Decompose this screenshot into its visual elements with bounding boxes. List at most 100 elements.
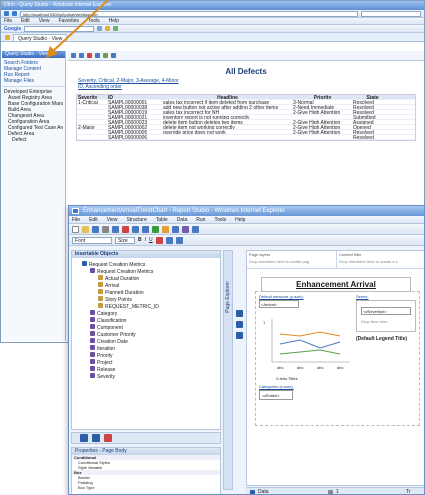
tree-item[interactable]: Creation Date [82,338,218,345]
toolbar-icon[interactable] [111,53,116,58]
search-input[interactable] [361,10,421,17]
toolbar-icon[interactable] [235,332,243,339]
menu-data[interactable]: Data [177,217,188,223]
cut-icon[interactable] [102,225,109,233]
tree-item[interactable]: REQUEST_METRIC_ID [82,303,218,310]
forward-icon[interactable] [12,11,17,16]
border-icon[interactable] [175,236,183,244]
table-row[interactable]: SAMPL00000006 Resolved [77,135,415,140]
x-tick-label: abc [317,365,323,370]
filter-icon[interactable] [162,225,169,233]
copy-icon[interactable] [112,225,119,233]
tree-item[interactable]: Priority [82,352,218,359]
menu-edit[interactable]: Edit [21,18,30,24]
table-cell [292,115,352,119]
source-tab-icon[interactable] [80,434,88,442]
menu-structure[interactable]: Structure [126,217,146,223]
save-icon[interactable] [92,225,99,233]
table-cell: inventory report is not running correctl… [163,115,250,119]
menu-tools[interactable]: Tools [214,217,226,223]
chart-container[interactable]: Default measure (y-axis): <Arrival> Seri… [255,291,420,426]
report-studio-window: EnhancementArrivalTrendChart - Report St… [68,205,425,495]
undo-icon[interactable] [132,225,139,233]
data-items-tab-icon[interactable] [92,434,100,442]
categories-value[interactable]: <#Date#> [259,390,293,400]
font-color-icon[interactable] [155,236,163,244]
check-icon[interactable] [113,26,119,31]
new-icon[interactable] [72,225,79,233]
link-manage-files[interactable]: Manage Files [4,78,63,84]
tree-item[interactable]: Iteration [82,345,218,352]
status-page: 1 [336,489,339,495]
default-measure-label: Default measure (y-axis): [259,294,304,299]
property-row[interactable]: Box Type [72,485,220,490]
report-title[interactable]: Enhancement Arrival [261,277,411,292]
italic-icon[interactable]: I [145,237,146,243]
column-header[interactable]: Severity [77,95,107,99]
vertical-toolbar [234,250,244,490]
tree-item[interactable]: Component [82,324,218,331]
size-select[interactable]: Size [115,236,135,244]
menu-file[interactable]: File [4,18,12,24]
tree-item[interactable]: Release [82,366,218,373]
table-cell: sales tax incorrect if item deleted from… [163,100,270,104]
align-icon[interactable] [165,236,173,244]
underline-icon[interactable]: U [149,237,153,243]
column-header[interactable]: ID [107,95,162,99]
tree-item[interactable]: Defect [4,137,63,143]
legend-title[interactable]: (Default Legend Title) [356,336,407,342]
x-axis-title[interactable]: X Axis Titles [276,376,298,381]
delete-icon[interactable] [122,225,129,233]
menu-file[interactable]: File [72,217,80,223]
chart-icon[interactable] [182,225,189,233]
tree-item[interactable]: Actual Duration [82,275,218,282]
menu-table[interactable]: Table [156,217,168,223]
tree-item[interactable]: Request Creation Metrics [82,268,218,275]
table-cell: SAMPL00000006 [108,135,148,139]
page-explorer-tab[interactable]: Page Explorer [223,250,233,490]
tree-item[interactable]: Classification [82,317,218,324]
bold-icon[interactable]: B [138,237,142,243]
toolbox-tab-icon[interactable] [104,434,112,442]
favorites-star-icon[interactable] [5,35,10,40]
tree-item[interactable]: Severity [82,373,218,380]
series-value[interactable]: <#Severity#> [361,307,411,315]
menu-run[interactable]: Run [196,217,205,223]
menu-view[interactable]: View [107,217,118,223]
redo-icon[interactable] [142,225,149,233]
tree-item[interactable]: Project [82,359,218,366]
default-measure-value[interactable]: <Arrival> [259,300,299,308]
folder-icon [90,268,95,273]
back-icon[interactable] [4,11,9,16]
font-select[interactable]: Font [72,236,112,244]
table-cell: 2-Major [78,125,95,129]
menu-help[interactable]: Help [109,18,119,24]
series-zone[interactable]: <#Severity#> Drop item here [356,300,416,332]
tree-item[interactable]: Category [82,310,218,317]
tree-item[interactable]: Request Creation Metrics [82,261,218,268]
toolbar-icon[interactable] [192,225,199,233]
report-title: All Defects [225,67,267,76]
table-cell: SAMPL00000019 [108,110,148,114]
menu-help[interactable]: Help [235,217,245,223]
status-data[interactable]: Data [258,489,328,494]
page-layers-zone[interactable]: Page layers Drop members here to create … [247,251,337,268]
menu-edit[interactable]: Edit [89,217,98,223]
id-sort-link[interactable]: ID, Ascending order [78,84,414,90]
tree-item[interactable]: Arrival [82,282,218,289]
tree-item[interactable]: Customer Priority [82,331,218,338]
column-header[interactable]: Priority [292,95,352,99]
toolbar-icon[interactable] [235,310,243,317]
sort-icon[interactable] [172,225,179,233]
page-explorer-label: Page Explorer [225,281,231,313]
column-header[interactable]: Headline [162,95,292,99]
page-layers-hint: Drop members here to create pag [249,259,310,264]
tree-item[interactable]: Story Points [82,296,218,303]
open-icon[interactable] [82,225,89,233]
table-cell: SAMPL00000023 [108,120,148,124]
run-icon[interactable] [152,225,159,233]
tree-item[interactable]: Planned Duration [82,289,218,296]
toolbar-icon[interactable] [235,321,243,328]
context-filter-zone[interactable]: Context filter Drop members here to crea… [337,251,424,268]
column-header[interactable]: State [352,95,392,99]
